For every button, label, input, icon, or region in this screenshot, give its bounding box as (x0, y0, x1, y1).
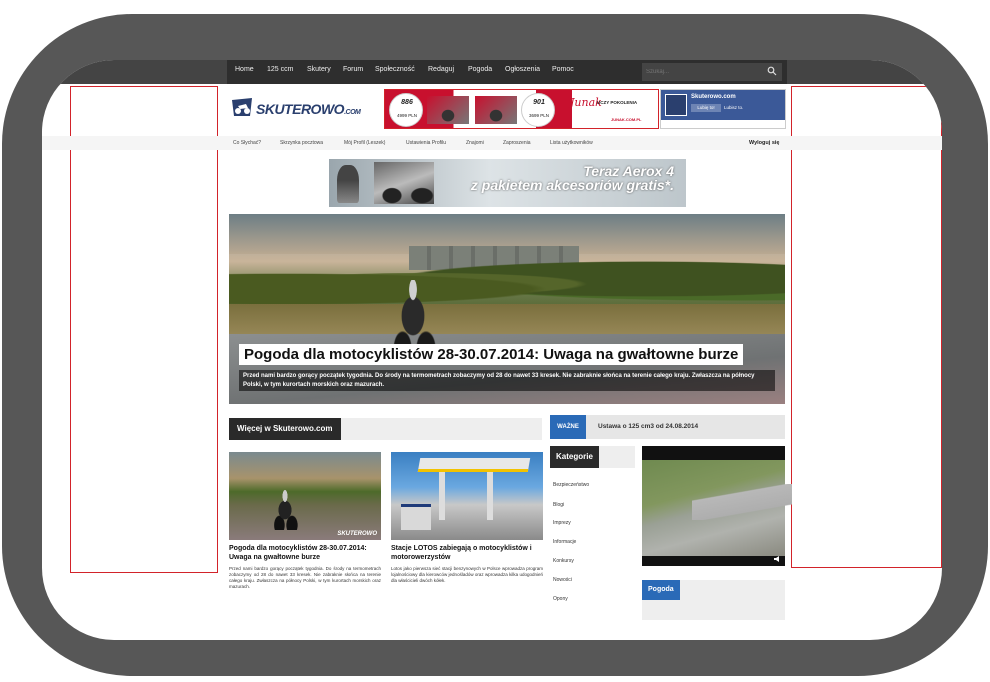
ad-model-badge-1: 886 4999 PLN (389, 93, 423, 127)
subnav-co-slychac[interactable]: Co Słychać? (233, 140, 261, 146)
subnav-ustawienia[interactable]: Ustawienia Profilu (406, 140, 446, 146)
category-link[interactable]: Imprezy (553, 520, 571, 526)
category-link[interactable]: Konkursy (553, 558, 574, 564)
logout-link[interactable]: Wyloguj się (749, 140, 779, 146)
search-box (642, 63, 782, 81)
categories-title: Kategorie (550, 446, 599, 468)
facebook-like-button[interactable]: Lubię to! (691, 104, 721, 112)
ad-rider-image (337, 165, 359, 203)
hero-excerpt: Przed nami bardzo gorący początek tygodn… (239, 370, 775, 391)
ad-slogan: UCZY POKOLENIA (597, 100, 638, 105)
facebook-page-title[interactable]: Skuterowo.com (691, 94, 736, 100)
article-excerpt: Lotos jako pierwsza sieć stacji benzynow… (391, 566, 543, 583)
ad-price-1: 4999 PLN (396, 113, 417, 118)
nav-redaguj[interactable]: Redaguj (428, 66, 454, 73)
nav-forum[interactable]: Forum (343, 66, 363, 73)
weather-title: Pogoda (642, 580, 680, 600)
section-title: Więcej w Skuterowo.com (229, 418, 341, 440)
ad-url: JUNAK.COM.PL (611, 117, 642, 122)
gas-station-roof (417, 458, 531, 472)
screenshot-stage: Home 125 ccm Skutery Forum Społeczność R… (0, 0, 990, 682)
main-nav: Home 125 ccm Skutery Forum Społeczność R… (227, 60, 787, 84)
hero-trees (229, 259, 785, 309)
ad-model-2: 901 (533, 99, 545, 106)
subnav-strip (42, 136, 942, 150)
nav-pogoda[interactable]: Pogoda (468, 66, 492, 73)
important-ticker: WAŻNE Ustawa o 125 cm3 od 24.08.2014 (550, 415, 785, 439)
logo-text: SKUTEROWO.COM (256, 101, 361, 117)
hero-title[interactable]: Pogoda dla motocyklistów 28-30.07.2014: … (239, 344, 744, 365)
important-headline[interactable]: Ustawa o 125 cm3 od 24.08.2014 (598, 415, 698, 439)
ad-scooter-image-1 (427, 96, 469, 124)
ad-scooter-image (374, 162, 434, 204)
video-road (692, 484, 792, 520)
section-header: Więcej w Skuterowo.com (229, 418, 542, 440)
logo-suffix: .COM (344, 109, 361, 116)
junak-ad-banner[interactable]: 886 4999 PLN 901 3699 PLN Junak UCZY POK… (384, 89, 659, 129)
video-frame (642, 460, 792, 556)
categories-widget: Kategorie Bezpieczeństwo Blogi Imprezy I… (550, 446, 635, 606)
aerox-ad-banner[interactable]: Teraz Aerox 4 z pakietem akcesoriów grat… (329, 159, 686, 207)
nav-skutery[interactable]: Skutery (307, 66, 331, 73)
gas-station-pillar (487, 472, 493, 520)
empty-ad-slot-right (791, 86, 942, 568)
nav-ogloszenia[interactable]: Ogłoszenia (505, 66, 540, 73)
subnav-skrzynka[interactable]: Skrzynka pocztowa (280, 140, 323, 146)
category-link[interactable]: Nowości (553, 577, 572, 583)
site-logo[interactable]: SKUTEROWO.COM (230, 94, 372, 120)
facebook-like-count: Lubisz to. (724, 105, 744, 110)
weather-widget: Pogoda (642, 580, 785, 620)
article-thumbnail[interactable] (391, 452, 543, 540)
category-link[interactable]: Informacje (553, 539, 576, 545)
article-thumbnail[interactable]: SKUTEROWO (229, 452, 381, 540)
logo-wordmark: SKUTEROWO (256, 101, 345, 117)
article-title[interactable]: Pogoda dla motocyklistów 28-30.07.2014: … (229, 544, 381, 562)
slider-pagination (493, 396, 523, 401)
category-link[interactable]: Blogi (553, 502, 564, 508)
gas-station-shop (401, 504, 431, 530)
scooter-logo-icon (232, 98, 252, 116)
category-link[interactable]: Bezpieczeństwo (553, 482, 589, 488)
nav-spolecznosc[interactable]: Społeczność (375, 66, 415, 73)
facebook-like-box: Skuterowo.com Lubię to! Lubisz to. (660, 89, 786, 129)
search-icon[interactable] (767, 66, 777, 76)
ad-scooter-image-2 (475, 96, 517, 124)
article-excerpt: Przed nami bardzo gorący początek tygodn… (229, 566, 381, 589)
nav-home[interactable]: Home (235, 66, 254, 73)
nav-pomoc[interactable]: Pomoc (552, 66, 574, 73)
ad-model-badge-2: 901 3699 PLN (521, 93, 555, 127)
aerox-subheadline: z pakietem akcesoriów gratis*. (470, 177, 674, 193)
thumbnail-watermark: SKUTEROWO (337, 531, 377, 537)
nav-125ccm[interactable]: 125 ccm (267, 66, 293, 73)
hero-slider[interactable]: Pogoda dla motocyklistów 28-30.07.2014: … (229, 214, 785, 404)
categories-header: Kategorie (550, 446, 635, 468)
ad-price-2: 3699 PLN (528, 113, 549, 118)
page-avatar (665, 94, 687, 116)
facebook-header: Skuterowo.com Lubię to! Lubisz to. (661, 90, 785, 120)
gas-station-pillar (439, 472, 445, 520)
article-title[interactable]: Stacje LOTOS zabiegają o motocyklistów i… (391, 544, 543, 562)
thumbnail-motorcyclist (271, 490, 299, 530)
important-badge: WAŻNE (550, 415, 586, 439)
video-player[interactable] (642, 446, 792, 566)
subnav-znajomi[interactable]: Znajomi (466, 140, 484, 146)
subnav-zaproszenia[interactable]: Zaproszenia (503, 140, 531, 146)
search-input[interactable] (646, 66, 756, 78)
ad-model-1: 886 (401, 99, 413, 106)
browser-screen: Home 125 ccm Skutery Forum Społeczność R… (42, 60, 942, 640)
subnav-moj-profil[interactable]: Mój Profil (Leszek) (344, 140, 385, 146)
subnav-lista-uzytkownikow[interactable]: Lista użytkowników (550, 140, 593, 146)
category-link[interactable]: Opony (553, 596, 568, 602)
volume-icon[interactable] (773, 555, 781, 563)
empty-ad-slot-left (70, 86, 218, 573)
